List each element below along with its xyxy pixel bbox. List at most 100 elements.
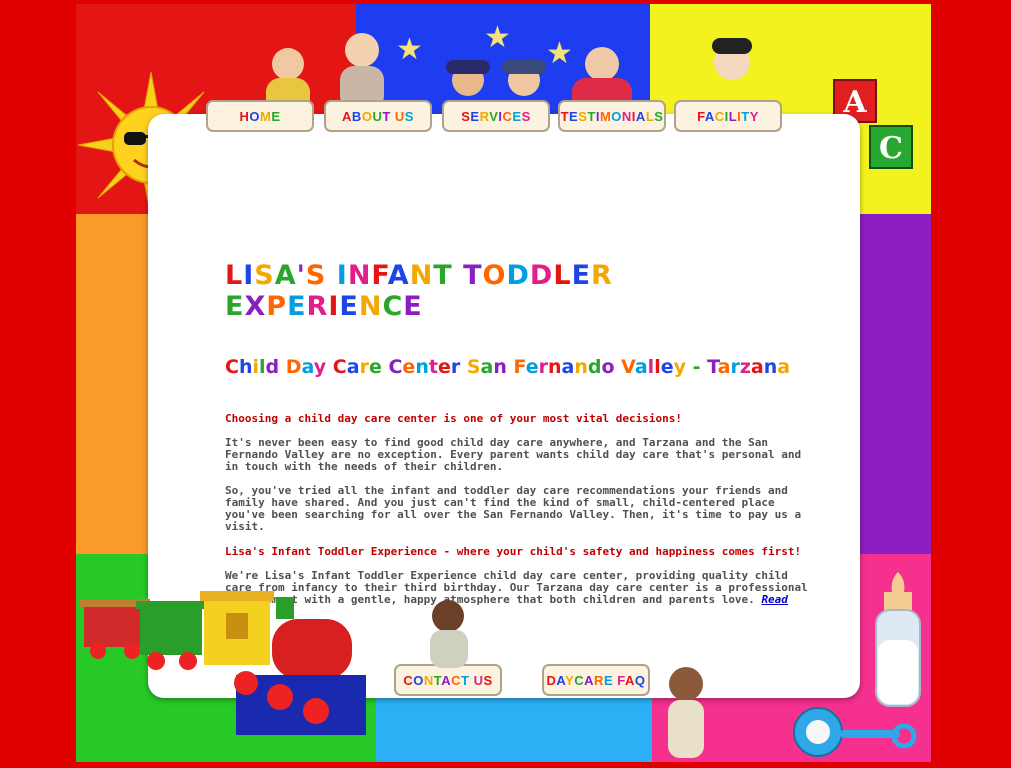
rainbow-letter: a <box>717 356 731 378</box>
rainbow-letter: C <box>225 356 239 378</box>
rattle-icon <box>793 707 917 757</box>
rainbow-letter: S <box>254 260 275 291</box>
rainbow-letter: n <box>415 356 429 378</box>
baby-bottle-icon <box>875 572 921 707</box>
rainbow-letter: y <box>313 356 327 378</box>
rainbow-letter: a <box>634 356 648 378</box>
rainbow-letter: A <box>441 672 452 688</box>
nav-home-button[interactable]: HOME <box>206 100 314 132</box>
rainbow-letter: M <box>599 108 612 124</box>
rainbow-letter: D <box>506 260 530 291</box>
rainbow-letter: I <box>336 260 348 291</box>
rainbow-letter: n <box>547 356 562 378</box>
rainbow-letter: A <box>584 672 595 688</box>
rainbow-letter: F <box>617 672 625 688</box>
rainbow-letter: D <box>529 260 554 291</box>
nav-about-button[interactable]: ABOUT US <box>324 100 432 132</box>
rainbow-letter: e <box>525 356 539 378</box>
rainbow-letter: d <box>587 356 602 378</box>
rainbow-letter: E <box>470 108 480 124</box>
rainbow-letter <box>453 260 463 291</box>
rainbow-letter: N <box>347 260 372 291</box>
rainbow-letter: A <box>704 108 715 124</box>
rainbow-letter: T <box>741 108 750 124</box>
rainbow-letter <box>326 356 333 378</box>
rainbow-letter: L <box>645 108 655 124</box>
rainbow-letter: L <box>553 260 572 291</box>
rainbow-letter: E <box>571 260 592 291</box>
rainbow-letter: n <box>574 356 588 378</box>
baby-photo-5 <box>712 38 752 80</box>
rainbow-letter: O <box>361 108 373 124</box>
rainbow-letter: z <box>739 356 751 378</box>
rainbow-letter: P <box>266 291 288 322</box>
rainbow-letter: Q <box>634 672 646 688</box>
rainbow-letter: O <box>482 260 507 291</box>
rainbow-letter: y <box>673 356 686 378</box>
rainbow-letter: S <box>404 108 414 124</box>
rainbow-letter: F <box>513 356 526 378</box>
rainbow-letter: R <box>594 672 604 688</box>
nav-faq-button[interactable]: DAYCARE FAQ <box>542 664 650 696</box>
rainbow-letter: d <box>265 356 280 378</box>
rainbow-letter: R <box>479 108 490 124</box>
rainbow-letter: r <box>450 356 461 378</box>
rainbow-letter: E <box>512 108 522 124</box>
rainbow-letter: A <box>635 108 646 124</box>
rainbow-letter: L <box>225 260 244 291</box>
rainbow-letter: - <box>692 356 701 378</box>
page-title: LISA'S INFANT TODDLER EXPERIENCE <box>225 260 815 322</box>
rainbow-letter: n <box>763 356 778 378</box>
rainbow-letter: T <box>707 356 718 378</box>
rainbow-letter: V <box>621 356 635 378</box>
rainbow-letter <box>279 356 286 378</box>
rainbow-letter: U <box>394 108 405 124</box>
rainbow-letter <box>686 356 693 378</box>
rainbow-letter: a <box>346 356 360 378</box>
rainbow-letter: e <box>402 356 416 378</box>
rainbow-letter: Y <box>565 672 575 688</box>
rainbow-letter: X <box>244 291 267 322</box>
rainbow-letter: B <box>351 108 362 124</box>
toddler-photo <box>430 600 468 668</box>
rainbow-letter: N <box>409 260 434 291</box>
rainbow-letter: T <box>587 108 596 124</box>
rainbow-letter: E <box>287 291 307 322</box>
rainbow-letter: O <box>249 108 260 124</box>
rainbow-letter: A <box>556 672 566 688</box>
rainbow-letter: E <box>403 291 423 322</box>
rainbow-letter: E <box>271 108 281 124</box>
rainbow-letter: A <box>624 672 635 688</box>
rainbow-letter: H <box>239 108 250 124</box>
rainbow-letter: M <box>260 108 272 124</box>
star-icon: ★ <box>484 20 511 55</box>
rainbow-letter: D <box>285 356 302 378</box>
toy-train-icon <box>80 591 366 735</box>
nav-home-label: HOME <box>239 109 280 124</box>
star-icon: ★ <box>396 32 423 67</box>
rainbow-letter: E <box>225 291 245 322</box>
rainbow-letter: r <box>359 356 369 378</box>
nav-services-button[interactable]: SERVICES <box>442 100 550 132</box>
nav-services-label: SERVICES <box>461 109 531 124</box>
rainbow-letter: C <box>451 672 462 688</box>
nav-facility-button[interactable]: FACILITY <box>674 100 782 132</box>
rainbow-letter: N <box>358 291 383 322</box>
rainbow-letter: A <box>342 108 352 124</box>
rainbow-letter: F <box>697 108 705 124</box>
rainbow-letter: r <box>538 356 548 378</box>
rainbow-letter: C <box>574 672 585 688</box>
rainbow-letter: A <box>387 260 410 291</box>
rainbow-letter: ' <box>296 260 306 291</box>
tagline-decisions: Choosing a child day care center is one … <box>225 412 682 425</box>
nav-testimonials-button[interactable]: TESTIMONIALS <box>558 100 666 132</box>
nav-testimonials-label: TESTIMONIALS <box>561 109 664 124</box>
rainbow-letter: a <box>301 356 314 378</box>
rainbow-letter: C <box>388 356 403 378</box>
rainbow-letter: R <box>306 291 329 322</box>
page-subtitle: Child Day Care Center San Fernando Valle… <box>225 356 815 378</box>
rainbow-letter: T <box>433 260 453 291</box>
rainbow-letter: h <box>238 356 253 378</box>
rainbow-letter: t <box>428 356 438 378</box>
rainbow-letter: T <box>382 108 391 124</box>
